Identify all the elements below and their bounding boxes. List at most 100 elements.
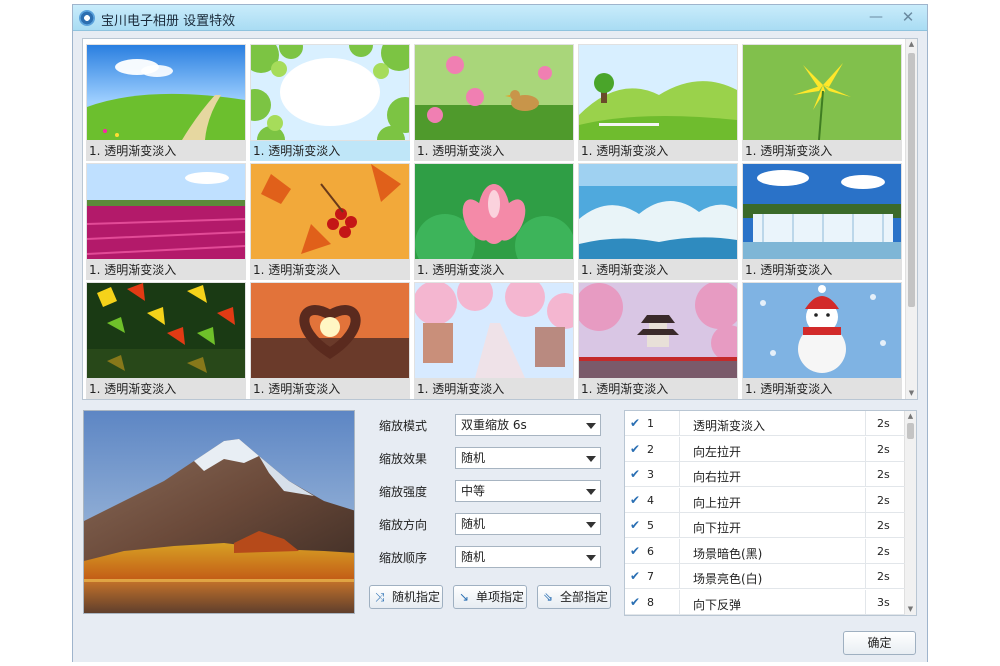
thumbnail-caption: 1. 透明渐变淡入 [250, 141, 410, 161]
effect-thumbnail-autumn-berries[interactable]: 1. 透明渐变淡入 [250, 163, 410, 280]
effect-row[interactable]: ✔7场景亮色(白)2s [625, 564, 905, 589]
column-divider [679, 539, 680, 564]
effect-thumbnail-flowers-bird[interactable]: 1. 透明渐变淡入 [414, 44, 574, 161]
window-title: 宝川电子相册 设置特效 [101, 10, 235, 29]
check-icon: ✔ [630, 467, 640, 481]
zoom-effect-label: 缩放效果 [379, 450, 427, 467]
thumbnail-image [251, 164, 409, 259]
zoom-direction-value: 随机 [461, 517, 485, 531]
effect-name: 向右拉开 [693, 468, 741, 485]
zoom-intensity-select[interactable]: 中等 [455, 480, 601, 502]
thumbnail-image [743, 164, 901, 259]
title-bar[interactable]: 宝川电子相册 设置特效 — ✕ [73, 5, 927, 31]
effects-scrollbar[interactable]: ▲ ▼ [904, 411, 916, 615]
single-assign-button[interactable]: ↘ 单项指定 [453, 585, 527, 609]
column-divider [679, 513, 680, 538]
check-icon: ✔ [630, 595, 640, 609]
zoom-intensity-label: 缩放强度 [379, 483, 427, 500]
chevron-down-icon [586, 522, 596, 528]
zoom-order-select[interactable]: 随机 [455, 546, 601, 568]
close-icon[interactable]: ✕ [895, 8, 921, 26]
effect-row[interactable]: ✔4向上拉开2s [625, 488, 905, 513]
effect-thumbnail-sakura-pagoda[interactable]: 1. 透明渐变淡入 [578, 282, 738, 399]
thumbnail-caption: 1. 透明渐变淡入 [414, 260, 574, 280]
check-icon: ✔ [630, 518, 640, 532]
zoom-effect-select[interactable]: 随机 [455, 447, 601, 469]
thumbnail-image [743, 283, 901, 378]
effect-duration: 2s [877, 443, 890, 456]
effect-row[interactable]: ✔8向下反弹3s [625, 590, 905, 615]
all-assign-label: 全部指定 [560, 590, 608, 604]
effect-name: 场景暗色(黑) [693, 545, 762, 562]
effect-thumbnail-snowman[interactable]: 1. 透明渐变淡入 [742, 282, 902, 399]
ok-button[interactable]: 确定 [843, 631, 916, 655]
transition-effects-list[interactable]: ▲ ▼ ✔1透明渐变淡入2s✔2向左拉开2s✔3向右拉开2s✔4向上拉开2s✔5… [624, 410, 917, 616]
thumbnail-image [87, 164, 245, 259]
check-icon: ✔ [630, 544, 640, 558]
gallery-scrollbar[interactable]: ▲ ▼ [905, 39, 917, 399]
effect-number: 5 [647, 519, 654, 532]
effect-row[interactable]: ✔2向左拉开2s [625, 437, 905, 462]
column-divider [679, 462, 680, 487]
zoom-direction-select[interactable]: 随机 [455, 513, 601, 535]
effect-number: 3 [647, 468, 654, 481]
column-divider [865, 488, 866, 513]
effect-row[interactable]: ✔5向下拉开2s [625, 513, 905, 538]
thumbnail-image [415, 164, 573, 259]
column-divider [865, 411, 866, 436]
effect-thumbnail-waterfall[interactable]: 1. 透明渐变淡入 [742, 163, 902, 280]
effect-thumbnail-ocean-wave[interactable]: 1. 透明渐变淡入 [578, 163, 738, 280]
effect-number: 6 [647, 545, 654, 558]
effect-row[interactable]: ✔1透明渐变淡入2s [625, 411, 905, 436]
effect-duration: 2s [877, 545, 890, 558]
effect-row[interactable]: ✔3向右拉开2s [625, 462, 905, 487]
effect-duration: 2s [877, 519, 890, 532]
scroll-thumb[interactable] [907, 423, 914, 439]
effect-thumbnail-lotus[interactable]: 1. 透明渐变淡入 [414, 163, 574, 280]
zoom-mode-label: 缩放模式 [379, 417, 427, 434]
mountain-lake-picture [84, 411, 355, 614]
effect-thumbnail-maple-reflection[interactable]: 1. 透明渐变淡入 [86, 282, 246, 399]
effect-thumbnail-leaf-frame[interactable]: 1. 透明渐变淡入 [250, 44, 410, 161]
scroll-down-icon[interactable]: ▼ [906, 388, 917, 399]
scroll-up-icon[interactable]: ▲ [906, 39, 917, 50]
column-divider [679, 411, 680, 436]
effect-thumbnail-tulip-field[interactable]: 1. 透明渐变淡入 [86, 163, 246, 280]
column-divider [865, 462, 866, 487]
column-divider [865, 539, 866, 564]
minimize-icon[interactable]: — [863, 8, 889, 26]
thumbnail-caption: 1. 透明渐变淡入 [250, 379, 410, 399]
chevron-down-icon [586, 423, 596, 429]
effect-row[interactable]: ✔ 6 场景暗色(黑) 2s [625, 539, 905, 564]
thumbnail-image [743, 45, 901, 140]
effect-duration: 2s [877, 570, 890, 583]
thumbnail-image [87, 45, 245, 140]
scroll-down-icon[interactable]: ▼ [905, 604, 916, 615]
effect-thumbnail-heart-sunset[interactable]: 1. 透明渐变淡入 [250, 282, 410, 399]
effect-thumbnail-green-hills[interactable]: 1. 透明渐变淡入 [578, 44, 738, 161]
check-icon: ✔ [630, 416, 640, 430]
zoom-order-label: 缩放顺序 [379, 549, 427, 566]
check-icon: ✔ [630, 493, 640, 507]
preview-image [83, 410, 355, 614]
check-icon: ✔ [630, 569, 640, 583]
all-arrow-icon: ⇘ [543, 590, 553, 604]
scroll-up-icon[interactable]: ▲ [905, 411, 916, 422]
random-assign-button[interactable]: ⤨ 随机指定 [369, 585, 443, 609]
effect-thumbnail-sakura-street[interactable]: 1. 透明渐变淡入 [414, 282, 574, 399]
chevron-down-icon [586, 456, 596, 462]
effect-duration: 2s [877, 417, 890, 430]
thumbnail-image [579, 164, 737, 259]
zoom-order-value: 随机 [461, 550, 485, 564]
thumbnail-image [87, 283, 245, 378]
zoom-mode-select[interactable]: 双重缩放 6s [455, 414, 601, 436]
effect-thumbnail-yellow-lily[interactable]: 1. 透明渐变淡入 [742, 44, 902, 161]
effect-thumbnail-meadow-path[interactable]: 1. 透明渐变淡入 [86, 44, 246, 161]
column-divider [865, 564, 866, 589]
effect-thumbnail-gallery[interactable]: ▲ ▼ 1. 透明渐变淡入 1. 透明渐变淡入 1. 透明渐变淡入 1. 透明渐… [82, 38, 918, 400]
settings-window: 宝川电子相册 设置特效 — ✕ ▲ ▼ 1. 透明渐变淡入 1. 透明渐变淡入 … [72, 4, 928, 662]
scroll-thumb[interactable] [908, 53, 915, 307]
all-assign-button[interactable]: ⇘ 全部指定 [537, 585, 611, 609]
effect-name: 向左拉开 [693, 443, 741, 460]
effect-duration: 3s [877, 596, 890, 609]
